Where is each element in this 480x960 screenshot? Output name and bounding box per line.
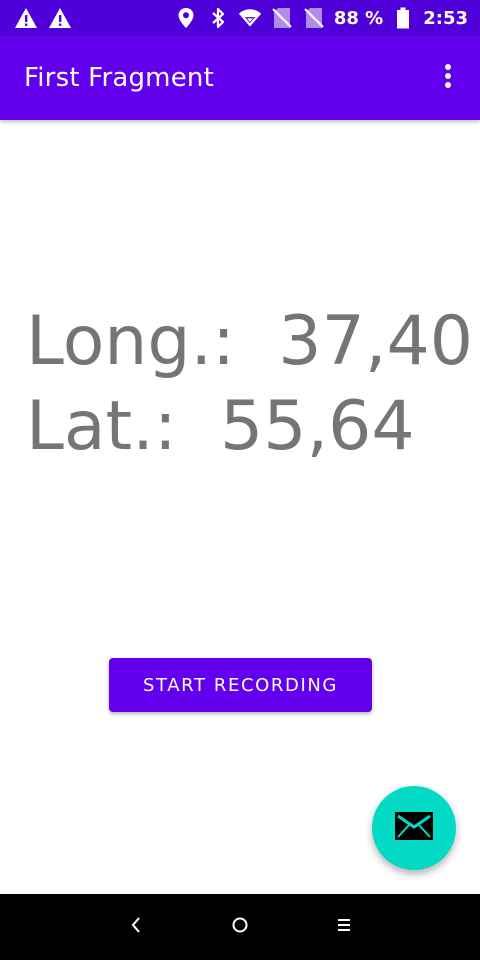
location-icon: [174, 6, 198, 30]
recents-icon: [336, 917, 352, 938]
status-bar: 88 % 2:53: [0, 0, 480, 36]
home-icon: [231, 916, 249, 939]
nav-home-button[interactable]: [188, 894, 292, 960]
overflow-menu-button[interactable]: [432, 54, 464, 102]
status-left-group: [14, 6, 72, 30]
status-right-group: 88 % 2:53: [174, 6, 468, 30]
wifi-icon: [238, 6, 262, 30]
email-icon: [395, 811, 433, 845]
battery-percent: 88 %: [333, 7, 384, 29]
navigation-bar: [0, 894, 480, 960]
more-vert-icon: [444, 63, 452, 94]
status-time: 2:53: [423, 7, 468, 29]
back-icon: [130, 916, 142, 939]
main-content: Long.: 37,40 Lat.: 55,64 START RECORDING: [0, 120, 480, 894]
no-sim-icon: [270, 6, 294, 30]
email-fab-button[interactable]: [372, 786, 456, 870]
bluetooth-icon: [206, 6, 230, 30]
app-bar: First Fragment: [0, 36, 480, 120]
nav-recents-button[interactable]: [292, 894, 396, 960]
longitude-text: Long.: 37,40: [26, 302, 473, 381]
warning-icon: [14, 6, 38, 30]
app-title: First Fragment: [24, 63, 214, 93]
warning-icon: [48, 6, 72, 30]
no-sim-icon: [302, 6, 326, 30]
battery-icon: [391, 6, 415, 30]
start-recording-button[interactable]: START RECORDING: [109, 658, 372, 712]
nav-back-button[interactable]: [84, 894, 188, 960]
latitude-text: Lat.: 55,64: [26, 387, 415, 466]
